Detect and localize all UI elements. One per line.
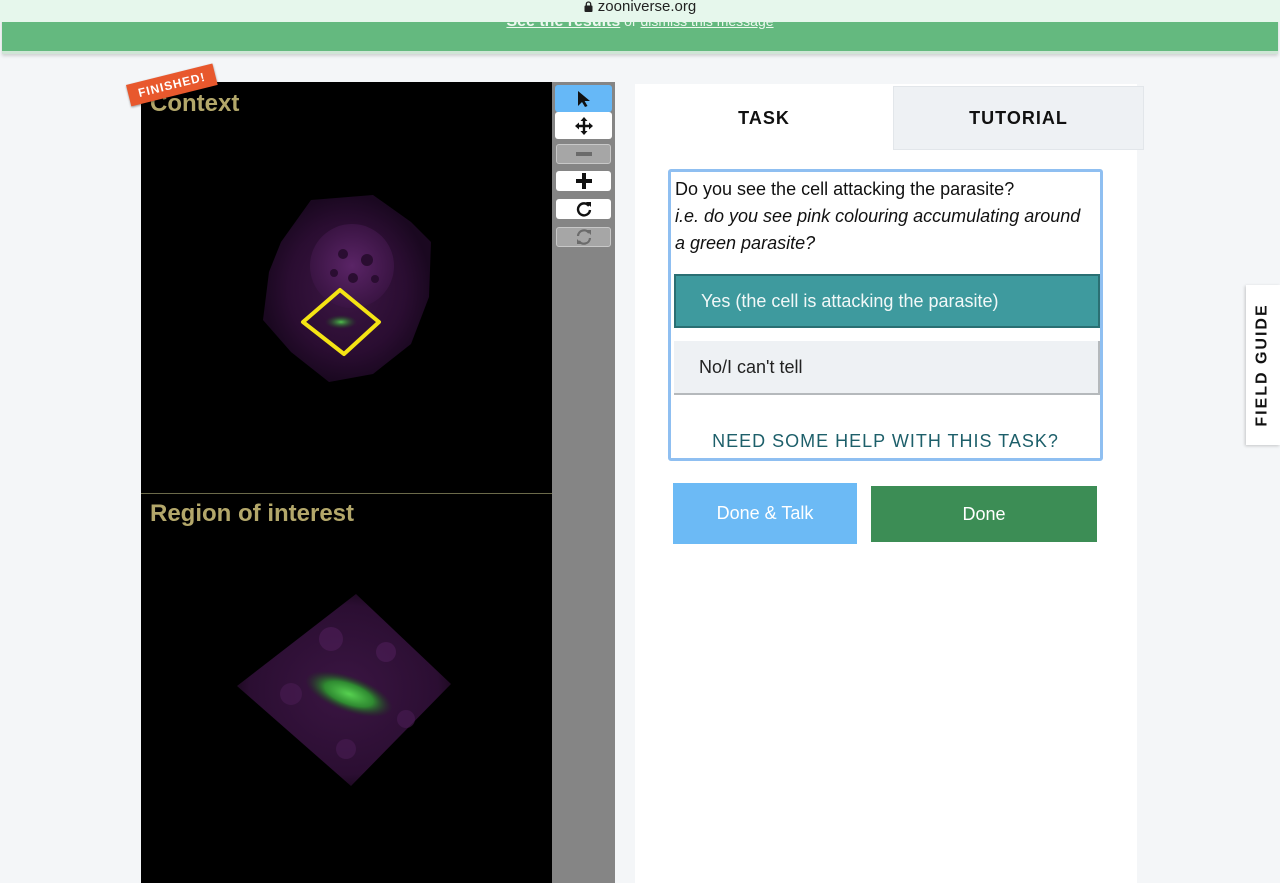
zoom-out-button[interactable] [556,144,611,164]
url-text: zooniverse.org [597,0,697,15]
browser-url-bar[interactable]: zooniverse.org [0,0,1280,22]
context-image [263,195,431,382]
field-guide-tab[interactable]: FIELD GUIDE [1246,285,1280,445]
subject-viewer[interactable]: Context Region of interest [141,82,552,883]
done-and-talk-button[interactable]: Done & Talk [673,483,857,544]
rotate-icon [576,202,591,217]
tab-tutorial[interactable]: TUTORIAL [893,86,1144,150]
need-help-link[interactable]: NEED SOME HELP WITH THIS TASK? [671,431,1100,452]
pointer-tool-button[interactable] [555,85,612,112]
minus-icon [575,152,592,156]
context-frame[interactable]: Context [141,82,552,493]
refresh-icon [576,229,591,245]
cursor-arrow-icon [577,90,590,107]
question-help-text: i.e. do you see pink colouring accumulat… [675,206,1081,253]
zoom-in-button[interactable] [556,171,611,191]
plus-icon [575,173,592,189]
region-of-interest-image [237,594,451,786]
move-arrows-icon [574,116,593,135]
reset-button[interactable] [556,227,611,247]
task-question: Do you see the cell attacking the parasi… [675,176,1095,257]
region-of-interest-frame[interactable]: Region of interest [141,493,552,883]
task-question-box: Do you see the cell attacking the parasi… [668,169,1103,461]
lock-icon [584,1,593,12]
region-of-interest-label: Region of interest [150,500,355,527]
image-toolbar [552,82,615,883]
rotate-button[interactable] [556,199,611,219]
answer-no[interactable]: No/I can't tell [674,341,1100,395]
done-button[interactable]: Done [871,486,1097,542]
answer-yes[interactable]: Yes (the cell is attacking the parasite) [674,274,1100,328]
question-text: Do you see the cell attacking the parasi… [675,179,1015,199]
pan-tool-button[interactable] [555,112,612,139]
tab-task[interactable]: TASK [635,86,893,150]
task-panel: TASK TUTORIAL Do you see the cell attack… [635,84,1144,883]
field-guide-label: FIELD GUIDE [1254,303,1271,427]
